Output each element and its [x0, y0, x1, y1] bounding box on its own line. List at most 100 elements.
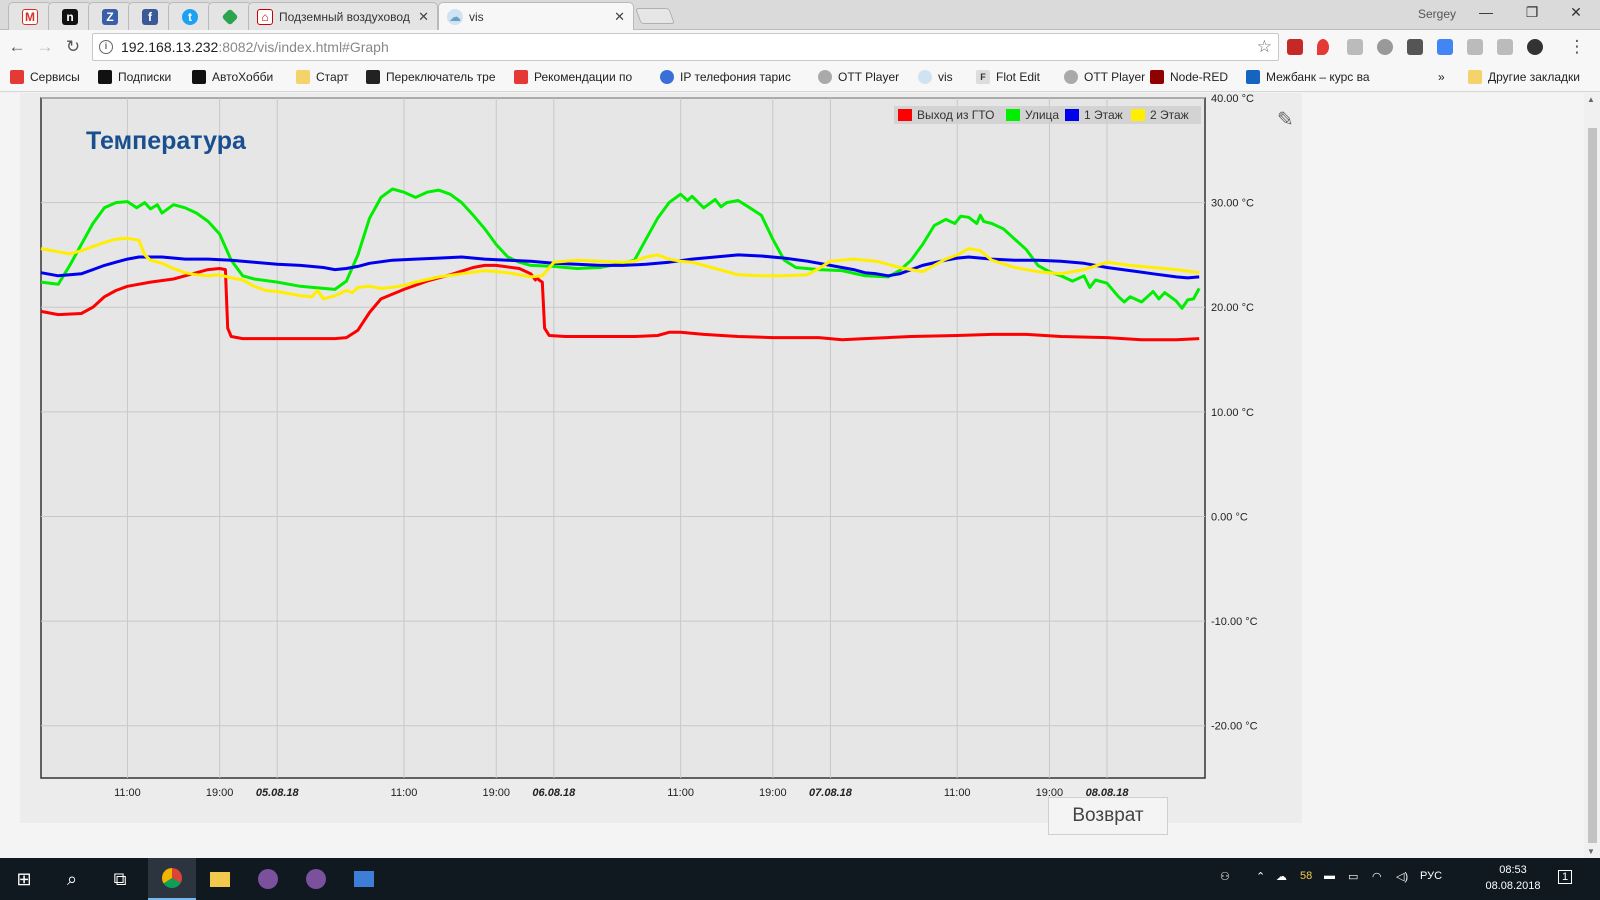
apps-grid-icon [10, 70, 24, 84]
viber-icon[interactable] [244, 858, 292, 900]
facebook-icon: f [142, 8, 158, 25]
scroll-up-icon[interactable]: ▲ [1587, 95, 1595, 104]
bookmark-ip-telephony[interactable]: IP телефония тарис [660, 70, 791, 84]
x-tick-label: 11:00 [391, 787, 418, 799]
node-red-icon [1150, 70, 1164, 84]
minimize-icon[interactable]: — [1466, 4, 1506, 20]
chrome-icon[interactable] [148, 858, 196, 900]
windows-start-icon[interactable]: ⊞ [0, 858, 48, 900]
tab-underground-duct[interactable]: ⌂ Подземный воздуховод ✕ [248, 2, 438, 30]
legend-label: 2 Этаж [1150, 108, 1189, 122]
cloud-icon [918, 70, 932, 84]
graph-panel: 40.00 °C 30.00 °C 20.00 °C 10.00 °C 0.00 °C -… [20, 93, 1302, 823]
cursor-extension-icon[interactable] [1347, 39, 1363, 55]
bookmarks-overflow-chevron[interactable]: » [1438, 70, 1445, 84]
extension-dark-icon[interactable] [1527, 39, 1543, 55]
adobe-icon [514, 70, 528, 84]
x-tick-label: 05.08.18 [256, 787, 300, 799]
volume-icon[interactable]: ◁) [1396, 870, 1408, 883]
bookmark-flot-edit[interactable]: F Flot Edit [976, 70, 1040, 84]
close-icon[interactable]: ✕ [614, 9, 625, 25]
tab-bookmark-site[interactable]: n [48, 2, 92, 30]
scroll-thumb[interactable] [1588, 128, 1597, 843]
onedrive-icon[interactable]: ☁ [1276, 870, 1287, 883]
star-icon[interactable]: ☆ [1257, 37, 1272, 57]
battery-icon[interactable]: ▭ [1348, 870, 1358, 883]
remote-desktop-icon[interactable] [340, 858, 388, 900]
viber-icon[interactable] [292, 858, 340, 900]
scroll-down-icon[interactable]: ▼ [1587, 847, 1595, 856]
legend-label: 1 Этаж [1084, 108, 1123, 122]
bookmark-other[interactable]: Другие закладки [1468, 70, 1580, 84]
y-tick-label: 10.00 °C [1211, 407, 1254, 419]
bookmark-ott-player[interactable]: OTT Player [818, 70, 899, 84]
file-explorer-icon[interactable] [196, 858, 244, 900]
gmail-icon: M [22, 8, 38, 25]
bookmark-services[interactable]: Сервисы [10, 70, 80, 84]
translate-icon[interactable] [1437, 39, 1453, 55]
download-icon[interactable] [1407, 39, 1423, 55]
extension-gray-icon[interactable] [1467, 39, 1483, 55]
restore-icon[interactable]: ❐ [1512, 4, 1552, 21]
bookmark-vis[interactable]: vis [918, 70, 953, 84]
adblock-icon[interactable] [1377, 39, 1393, 55]
x-tick-label: 06.08.18 [532, 787, 576, 799]
tray-chevron-icon[interactable]: ⌃ [1256, 870, 1265, 883]
bookmark-switch[interactable]: Переключатель тре [366, 70, 496, 84]
plot-area [40, 97, 1206, 779]
clock[interactable]: 08:53 08.08.2018 [1478, 862, 1548, 894]
bookmark-node-red[interactable]: Node-RED [1150, 70, 1228, 84]
flot-icon: F [976, 70, 990, 84]
tab-title: vis [469, 10, 484, 24]
tab-gmail[interactable]: M [8, 2, 52, 30]
bookmark-ott-player[interactable]: OTT Player [1064, 70, 1145, 84]
chart-title: Температура [86, 127, 247, 155]
menu-kebab-icon[interactable]: ⋮ [1566, 36, 1588, 58]
profile-name[interactable]: Sergey [1418, 7, 1456, 21]
x-tick-label: 19:00 [206, 787, 234, 799]
back-button[interactable]: Возврат [1048, 797, 1168, 835]
search-icon[interactable]: ⌕ [48, 858, 96, 900]
window-close-icon[interactable]: ✕ [1556, 4, 1596, 21]
forward-arrow-icon[interactable]: → [34, 36, 56, 58]
extension-gray-icon[interactable] [1497, 39, 1513, 55]
site-icon [98, 70, 112, 84]
tab-title: Подземный воздуховод [279, 9, 410, 24]
new-tab-button[interactable] [635, 8, 675, 24]
site-icon [366, 70, 380, 84]
extension-red-icon[interactable] [1287, 39, 1303, 55]
reload-icon[interactable]: ↻ [62, 36, 84, 58]
site-icon [192, 70, 206, 84]
tab-twitter[interactable]: t [168, 2, 212, 30]
back-arrow-icon[interactable]: ← [6, 36, 28, 58]
bookmark-interbank[interactable]: Межбанк – курс ва [1246, 70, 1370, 84]
tab-vis[interactable]: ☁ vis ✕ [438, 2, 634, 31]
task-view-icon[interactable]: ⧉ [96, 858, 144, 900]
address-bar[interactable]: i 192.168.13.232:8082/vis/index.html#Gra… [92, 33, 1279, 61]
tab-green-app[interactable] [208, 2, 252, 30]
legend-label: Улица [1025, 108, 1059, 122]
people-icon[interactable]: ⚇ [1220, 870, 1230, 883]
page-viewport: 40.00 °C 30.00 °C 20.00 °C 10.00 °C 0.00 °C -… [0, 93, 1584, 858]
input-language[interactable]: РУС [1420, 870, 1442, 882]
wifi-icon[interactable]: ◠ [1372, 870, 1382, 883]
bookmark-recommendations[interactable]: Рекомендации по [514, 70, 632, 84]
vertical-scrollbar[interactable]: ▲ ▼ [1584, 93, 1600, 858]
tab-facebook[interactable]: f [128, 2, 172, 30]
close-icon[interactable]: ✕ [418, 9, 429, 25]
info-icon[interactable]: i [99, 40, 113, 54]
edit-pencil-icon[interactable]: ✎ [1277, 107, 1294, 132]
navigation-bar: ← → ↻ i 192.168.13.232:8082/vis/index.ht… [0, 30, 1600, 64]
flag-icon[interactable]: ▬ [1324, 870, 1335, 882]
bookmark-start[interactable]: Старт [296, 70, 349, 84]
folder-icon [1468, 70, 1482, 84]
y-tick-label: 40.00 °C [1211, 93, 1254, 105]
tray-temperature[interactable]: 58 [1300, 870, 1312, 882]
tab-app-z[interactable]: Z [88, 2, 132, 30]
windows-taskbar: ⊞ ⌕ ⧉ ⚇ ⌃ ☁ 58 ▬ ▭ ◠ ◁) РУС 08:53 08.08.… [0, 858, 1600, 900]
notifications-icon[interactable]: 1 [1558, 870, 1573, 884]
legend-swatch [898, 109, 912, 121]
map-pin-icon[interactable] [1317, 39, 1329, 55]
bookmark-autohobby[interactable]: АвтоХобби [192, 70, 273, 84]
bookmark-subscriptions[interactable]: Подписки [98, 70, 171, 84]
